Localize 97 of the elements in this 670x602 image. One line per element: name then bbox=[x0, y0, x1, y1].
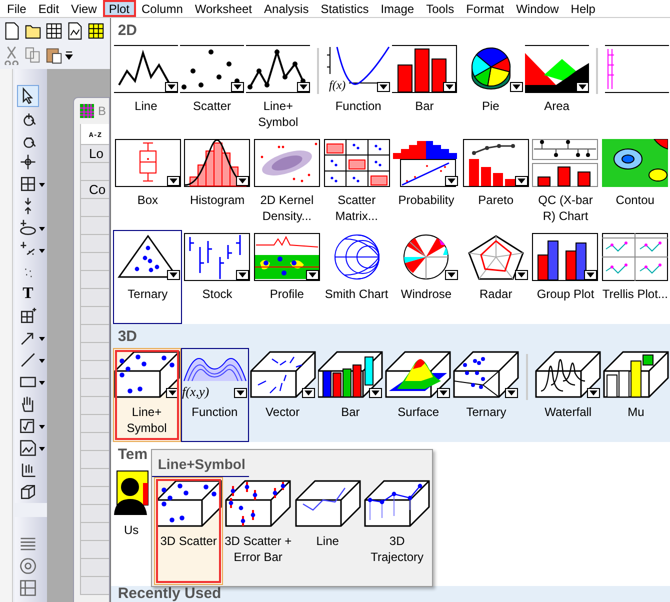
plot-type-item[interactable]: 3D Scatter + Error Bar bbox=[223, 477, 293, 585]
plot-type-item[interactable]: f(x,y) Function bbox=[180, 348, 249, 442]
cube-icon[interactable] bbox=[18, 482, 38, 502]
ellipse-tool-icon[interactable] bbox=[18, 218, 38, 238]
table-icon[interactable] bbox=[18, 578, 38, 598]
graph-tool-icon[interactable] bbox=[18, 438, 38, 458]
plot-type-item[interactable]: Line+ Symbol bbox=[112, 348, 181, 442]
grid-icon[interactable] bbox=[18, 174, 38, 194]
row-header: Lo bbox=[80, 145, 109, 163]
density-plot-icon bbox=[254, 139, 320, 187]
menu-item[interactable]: File bbox=[1, 0, 32, 17]
histogram-icon bbox=[184, 139, 250, 187]
plot-type-item[interactable]: Ternary bbox=[452, 348, 520, 442]
plot-type-item[interactable]: Bar bbox=[316, 348, 384, 442]
3d-surface-icon bbox=[385, 351, 452, 399]
worksheet-icon[interactable] bbox=[44, 21, 64, 41]
plot-type-item[interactable]: QC (X-bar R) Chart bbox=[530, 136, 600, 230]
3d-line-icon bbox=[294, 480, 361, 528]
section-heading: Recently Used bbox=[116, 586, 222, 602]
plot-type-item[interactable]: Profile bbox=[252, 230, 322, 324]
menu-item[interactable]: Worksheet bbox=[188, 0, 258, 17]
circle-tool-icon[interactable] bbox=[18, 556, 38, 576]
contour-plot-icon bbox=[602, 139, 668, 187]
3d-stacked-bars-icon bbox=[603, 351, 669, 399]
area-chart-icon bbox=[524, 45, 589, 93]
section-heading: 2D bbox=[116, 21, 138, 41]
bar-chart-icon bbox=[392, 45, 457, 93]
menu-item[interactable]: View bbox=[65, 0, 103, 17]
plot-type-item[interactable]: Probability bbox=[391, 136, 462, 230]
3d-vector-icon bbox=[250, 351, 316, 399]
line-chart-icon bbox=[114, 45, 178, 93]
plot-type-item[interactable]: Smith Chart bbox=[322, 230, 392, 324]
plot-type-item[interactable]: Windrose bbox=[391, 230, 462, 324]
grid-plus-icon[interactable] bbox=[18, 306, 38, 326]
workbook-title: B bbox=[98, 104, 106, 118]
grouped-bar-chart-icon bbox=[532, 233, 598, 281]
waterfall-chart-icon bbox=[535, 351, 602, 399]
plot-type-item[interactable]: Surface bbox=[384, 348, 452, 442]
plot-type-item[interactable]: Box bbox=[112, 136, 182, 230]
box-plot-icon bbox=[114, 139, 181, 187]
probability-plot-icon bbox=[393, 139, 460, 187]
plot-type-item[interactable]: Vector bbox=[248, 348, 316, 442]
plot-type-item[interactable]: Ternary bbox=[112, 230, 182, 324]
user-silhouette-icon bbox=[114, 469, 149, 517]
control-chart-icon bbox=[532, 139, 598, 187]
plot-type-item[interactable]: Radar bbox=[461, 230, 531, 324]
menu-item[interactable]: Analysis bbox=[258, 0, 315, 17]
menu-item[interactable]: Statistics bbox=[314, 0, 375, 17]
plot-type-item[interactable]: Us bbox=[112, 466, 150, 560]
scatter-matrix-icon bbox=[324, 139, 390, 187]
plot-type-item[interactable]: Pie bbox=[458, 42, 524, 136]
plot-type-item[interactable]: Group Plot bbox=[530, 230, 600, 324]
caret-icon[interactable] bbox=[65, 49, 73, 61]
plot-type-item[interactable]: f(x) Function bbox=[325, 42, 392, 136]
plot-type-item[interactable]: 3D Scatter bbox=[154, 477, 224, 585]
menu-item[interactable]: Tools bbox=[420, 0, 460, 17]
3d-ternary-icon bbox=[453, 351, 520, 399]
menu-item[interactable]: Window bbox=[510, 0, 565, 17]
plot-type-item[interactable]: Area bbox=[524, 42, 590, 136]
matrix-icon[interactable] bbox=[86, 21, 106, 41]
3d-scatter-icon bbox=[156, 480, 222, 528]
plot-type-item[interactable]: Scatter Matrix... bbox=[322, 136, 392, 230]
plot-type-item[interactable]: 3D Trajectory bbox=[362, 477, 432, 585]
plot-type-item[interactable]: Pareto bbox=[461, 136, 531, 230]
menu-item[interactable]: Help bbox=[564, 0, 602, 17]
crosshair-icon[interactable] bbox=[18, 152, 38, 172]
plot-type-item[interactable]: Bar bbox=[391, 42, 458, 136]
plot-type-item[interactable]: Scatter bbox=[178, 42, 246, 136]
plot-type-item[interactable]: Trellis Plot... bbox=[600, 230, 670, 324]
3d-error-bar-icon bbox=[225, 480, 292, 528]
plot-type-item[interactable]: Mu bbox=[602, 348, 670, 442]
menu-item[interactable]: Edit bbox=[32, 0, 66, 17]
text-tool[interactable]: T bbox=[18, 285, 38, 303]
section-heading: 3D bbox=[116, 327, 138, 347]
row-header: Co bbox=[80, 181, 109, 199]
ternary-plot-icon bbox=[114, 233, 181, 281]
3d-scatter-icon bbox=[114, 351, 180, 399]
plot-type-item[interactable]: Line bbox=[112, 42, 179, 136]
stock-chart-icon bbox=[184, 233, 250, 281]
menu-item[interactable]: Image bbox=[374, 0, 420, 17]
plot-type-item[interactable]: Contou bbox=[600, 136, 670, 230]
menu-item[interactable]: Column bbox=[136, 0, 189, 17]
pareto-chart-icon bbox=[462, 139, 529, 187]
profile-plot-icon bbox=[254, 233, 320, 281]
pointer-icon[interactable] bbox=[18, 86, 38, 106]
3d-bar-chart-icon bbox=[318, 351, 384, 399]
menu-item[interactable]: Plot bbox=[102, 0, 136, 17]
workbook-icon bbox=[80, 104, 94, 118]
3d-trajectory-icon bbox=[364, 480, 430, 528]
menu-item[interactable]: Format bbox=[460, 0, 510, 17]
section-heading: Tem bbox=[116, 445, 148, 465]
plot-type-item[interactable]: Stock bbox=[182, 230, 252, 324]
plot-type-item[interactable]: Histogram bbox=[182, 136, 252, 230]
plot-type-item[interactable]: 2D Kernel Density... bbox=[252, 136, 322, 230]
plot-type-item[interactable]: Waterfall bbox=[534, 348, 602, 442]
plot-type-item[interactable]: Line bbox=[292, 477, 362, 585]
plot-type-item[interactable]: Line+ Symbol bbox=[245, 42, 312, 136]
